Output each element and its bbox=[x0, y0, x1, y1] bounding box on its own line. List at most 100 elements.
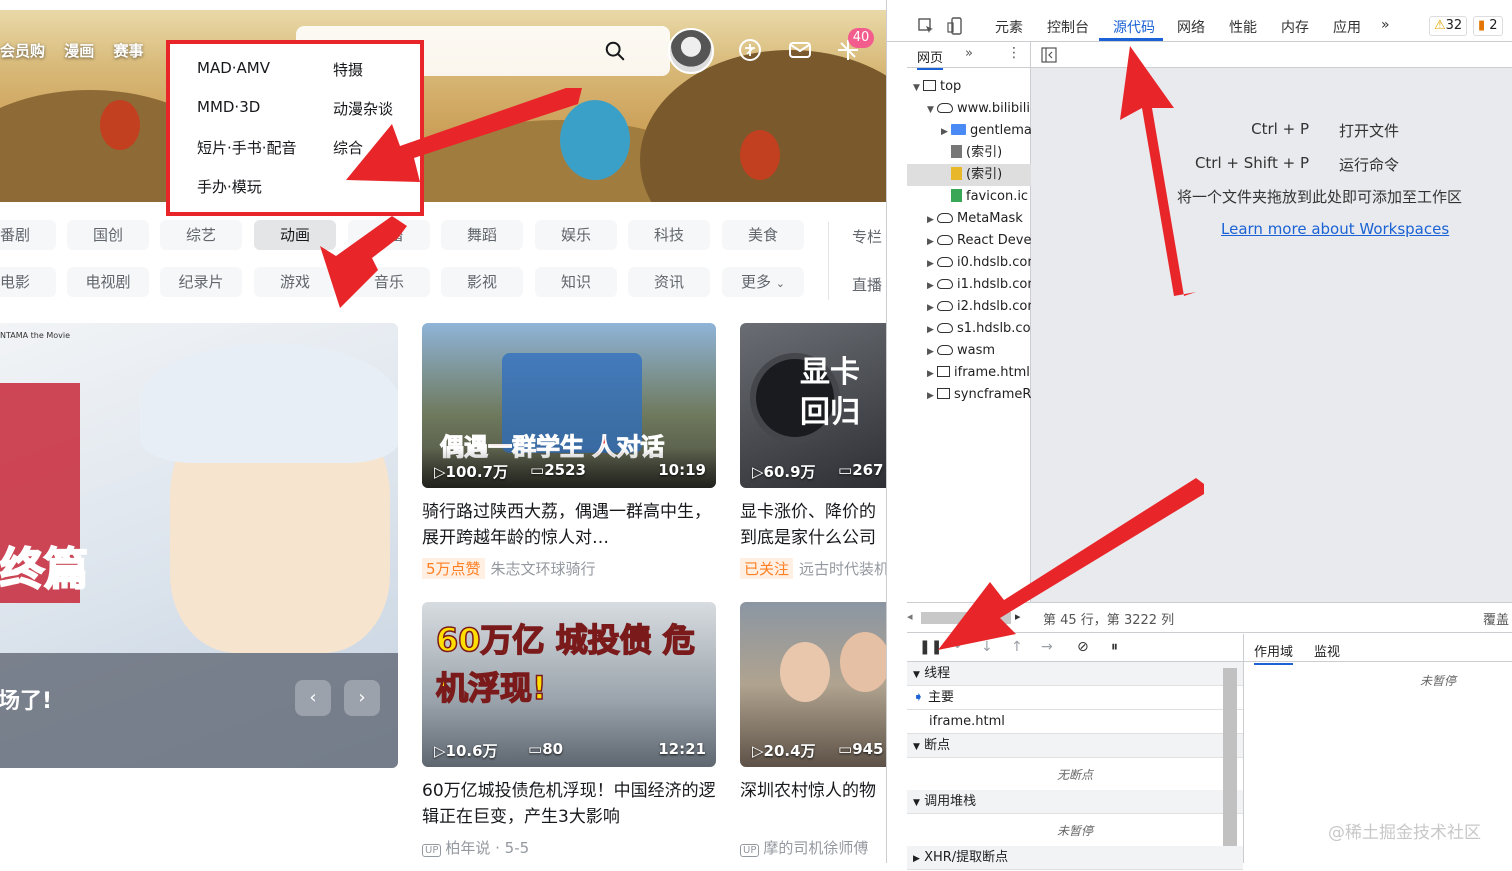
triangle-down-icon[interactable]: ▼ bbox=[927, 99, 937, 121]
author-name[interactable]: 朱志文环球骑行 bbox=[491, 560, 596, 578]
tree-item[interactable]: (索引) bbox=[907, 164, 1031, 186]
toggle-navigator-icon[interactable] bbox=[1041, 47, 1057, 63]
video-title[interactable]: 60万亿城投债危机浮现！中国经济的逻辑正在巨变，产生3大影响 bbox=[422, 778, 716, 830]
issues-counter[interactable]: ▮ 2 bbox=[1473, 16, 1503, 36]
nav-item-manga[interactable]: 漫画 bbox=[64, 42, 94, 60]
more-tabs-button[interactable]: » bbox=[1381, 17, 1390, 33]
step-into-icon[interactable]: ↓ bbox=[981, 639, 993, 655]
triangle-right-icon[interactable]: ▶ bbox=[927, 275, 937, 297]
category-food[interactable]: 美食 bbox=[722, 220, 804, 250]
category-tv[interactable]: 电视剧 bbox=[67, 267, 149, 297]
dropdown-item-tokusatsu[interactable]: 特摄 bbox=[333, 59, 363, 80]
dropdown-item-figures[interactable]: 手办·模玩 bbox=[197, 176, 262, 197]
tab-watch[interactable]: 监视 bbox=[1314, 641, 1340, 660]
dropdown-item-short-film[interactable]: 短片·手书·配音 bbox=[197, 137, 297, 158]
learn-more-link[interactable]: Learn more about Workspaces bbox=[1221, 220, 1449, 238]
triangle-right-icon[interactable]: ▶ bbox=[927, 253, 937, 275]
tree-item[interactable]: ▶ s1.hdslb.cor bbox=[907, 318, 1036, 341]
tree-item[interactable]: ▶ i2.hdslb.con bbox=[907, 296, 1036, 319]
dropdown-item-mad-amv[interactable]: MAD·AMV bbox=[197, 59, 270, 77]
tree-item[interactable]: ▼ www.bilibili. bbox=[907, 98, 1034, 121]
tab-scope[interactable]: 作用域 bbox=[1254, 641, 1294, 665]
deactivate-breakpoints-icon[interactable]: ⊘ bbox=[1077, 639, 1089, 655]
pause-icon[interactable]: ❚❚ bbox=[919, 639, 942, 655]
category-more[interactable]: 更多 ⌄ bbox=[722, 267, 804, 297]
tree-item[interactable]: favicon.ic bbox=[907, 186, 1031, 208]
step-over-icon[interactable]: ↷ bbox=[949, 639, 961, 655]
breakpoints-section[interactable]: ▼ 断点 bbox=[907, 734, 1243, 758]
tab-elements[interactable]: 元素 bbox=[995, 17, 1023, 37]
tree-item[interactable]: ▶ wasm bbox=[907, 340, 1031, 362]
threads-section[interactable]: ▼ 线程 bbox=[907, 662, 1243, 686]
vertical-scrollbar[interactable] bbox=[1223, 668, 1237, 846]
dropdown-item-mmd-3d[interactable]: MMD·3D bbox=[197, 98, 260, 116]
video-title[interactable]: 深圳农村惊人的物 bbox=[740, 778, 886, 804]
carousel-prev-button[interactable]: ‹ bbox=[295, 680, 331, 716]
nav-item-esports[interactable]: 赛事 bbox=[114, 42, 144, 60]
triangle-right-icon[interactable]: ▶ bbox=[927, 385, 937, 407]
triangle-right-icon[interactable]: ▶ bbox=[927, 297, 937, 319]
thread-main[interactable]: ➧ 主要 bbox=[907, 686, 1243, 710]
category-guochuang[interactable]: 国创 bbox=[67, 220, 149, 250]
author-name[interactable]: 摩的司机徐师傅 bbox=[763, 839, 868, 857]
scroll-right-icon[interactable]: ▸ bbox=[1015, 610, 1021, 623]
tab-performance[interactable]: 性能 bbox=[1229, 17, 1257, 37]
message-icon[interactable] bbox=[788, 38, 812, 62]
kebab-menu-icon[interactable]: ⋮ bbox=[1007, 45, 1021, 61]
category-tech[interactable]: 科技 bbox=[628, 220, 710, 250]
callstack-section[interactable]: ▼ 调用堆栈 bbox=[907, 790, 1243, 814]
featured-carousel[interactable]: NTAMA the Movie 终篇 场了! ‹ › bbox=[0, 323, 398, 768]
category-documentary[interactable]: 纪录片 bbox=[160, 267, 242, 297]
category-music[interactable]: 音乐 bbox=[348, 267, 430, 297]
tab-sources[interactable]: 源代码 bbox=[1113, 17, 1155, 37]
triangle-right-icon[interactable]: ▶ bbox=[927, 319, 937, 341]
category-movie[interactable]: 电影 bbox=[0, 267, 56, 297]
category-bangumi[interactable]: 番剧 bbox=[0, 220, 56, 250]
tree-item[interactable]: ▶ syncframeR bbox=[907, 384, 1031, 406]
pause-on-exceptions-icon[interactable]: ⏸ bbox=[1111, 639, 1118, 655]
tree-item[interactable]: ▶ React Devel bbox=[907, 230, 1035, 252]
tree-item[interactable]: ▶ i1.hdslb.con bbox=[907, 274, 1036, 297]
tree-item[interactable]: ▶ iframe.html bbox=[907, 362, 1031, 384]
scroll-left-icon[interactable]: ◂ bbox=[907, 610, 913, 623]
triangle-right-icon[interactable]: ▶ bbox=[927, 209, 937, 231]
tree-item[interactable]: ▶ i0.hdslb.con bbox=[907, 252, 1036, 275]
tab-application[interactable]: 应用 bbox=[1333, 17, 1361, 37]
carousel-next-button[interactable]: › bbox=[344, 680, 380, 716]
category-game[interactable]: 游戏 bbox=[254, 267, 336, 297]
dropdown-item-general[interactable]: 综合 bbox=[333, 137, 363, 158]
inspect-icon[interactable] bbox=[917, 17, 935, 35]
video-card-thumbnail[interactable]: ▷20.4万 ▭945 bbox=[740, 602, 886, 767]
warnings-counter[interactable]: ⚠32 bbox=[1429, 16, 1468, 36]
video-title[interactable]: 骑行路过陕西大荔，偶遇一群高中生，展开跨越年龄的惊人对… bbox=[422, 499, 716, 551]
category-news[interactable]: 资讯 bbox=[628, 267, 710, 297]
side-link-column[interactable]: 专栏 bbox=[852, 226, 882, 247]
tree-item[interactable]: ▶ MetaMask bbox=[907, 208, 1031, 230]
author-name[interactable]: 远古时代装机 bbox=[799, 560, 886, 578]
step-icon[interactable]: → bbox=[1041, 639, 1053, 655]
video-title[interactable]: 显卡涨价、降价的到底是家什么公司 bbox=[740, 499, 886, 551]
author-name[interactable]: 柏年说 · 5-5 bbox=[445, 839, 529, 857]
triangle-right-icon[interactable]: ▶ bbox=[927, 341, 937, 363]
xhr-breakpoints-section[interactable]: ▶ XHR/提取断点 bbox=[907, 846, 1243, 870]
tab-network[interactable]: 网络 bbox=[1177, 17, 1205, 37]
category-entertainment[interactable]: 娱乐 bbox=[535, 220, 617, 250]
coverage-label[interactable]: 覆盖 bbox=[1483, 609, 1509, 628]
side-link-live[interactable]: 直播 bbox=[852, 274, 882, 295]
video-card-thumbnail[interactable]: 偶遇一群学生 人对话 ▷100.7万 ▭2523 10:19 bbox=[422, 323, 716, 488]
step-out-icon[interactable]: ↑ bbox=[1011, 639, 1023, 655]
horizontal-scrollbar[interactable] bbox=[921, 612, 1011, 624]
tab-memory[interactable]: 内存 bbox=[1281, 17, 1309, 37]
tree-item[interactable]: ▶ gentlema bbox=[907, 120, 1032, 143]
category-dance[interactable]: 舞蹈 bbox=[441, 220, 523, 250]
category-kichiku[interactable]: 鬼畜 bbox=[348, 220, 430, 250]
triangle-right-icon[interactable]: ▶ bbox=[941, 121, 951, 143]
search-icon[interactable] bbox=[604, 40, 626, 62]
category-film[interactable]: 影视 bbox=[441, 267, 523, 297]
category-variety[interactable]: 综艺 bbox=[160, 220, 242, 250]
navigator-tab-page[interactable]: 网页 bbox=[917, 47, 944, 70]
nav-item-mall[interactable]: 会员购 bbox=[0, 42, 45, 60]
category-knowledge[interactable]: 知识 bbox=[535, 267, 617, 297]
tree-item[interactable]: (索引) bbox=[907, 142, 1031, 164]
triangle-right-icon[interactable]: ▶ bbox=[927, 363, 937, 385]
